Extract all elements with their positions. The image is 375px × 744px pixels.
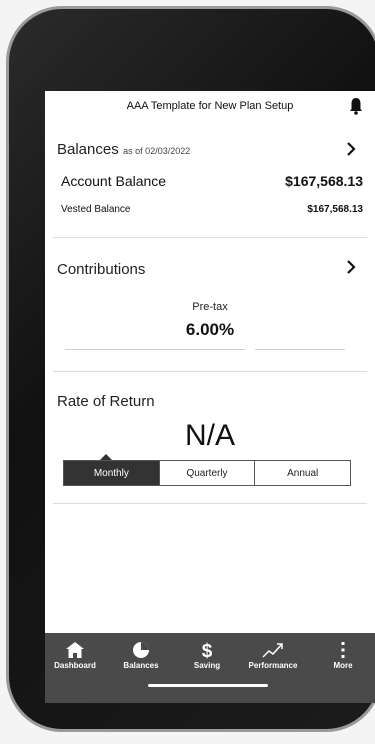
balances-as-of: as of 02/03/2022	[123, 146, 191, 156]
tab-dashboard[interactable]: Dashboard	[45, 641, 105, 670]
app-screen: AAA Template for New Plan Setup Balances…	[45, 91, 375, 703]
segment-monthly[interactable]: Monthly	[64, 461, 159, 485]
vested-balance-value: $167,568.13	[307, 204, 363, 215]
segment-quarterly[interactable]: Quarterly	[158, 461, 255, 485]
tab-more[interactable]: More	[313, 641, 373, 670]
divider	[53, 237, 367, 238]
vested-balance-label: Vested Balance	[61, 204, 131, 215]
bell-icon[interactable]	[349, 97, 363, 115]
home-icon	[66, 642, 84, 658]
tab-label: Saving	[193, 661, 221, 670]
dollar-icon: $	[202, 641, 213, 659]
tab-bar: Dashboard Balances $ Saving Performance …	[45, 633, 375, 703]
vested-balance-row: Vested Balance $167,568.13	[61, 204, 363, 215]
phone-frame: AAA Template for New Plan Setup Balances…	[6, 6, 375, 732]
pie-chart-icon	[133, 642, 149, 658]
trend-icon	[262, 643, 283, 658]
rate-of-return-value: N/A	[184, 419, 235, 452]
chevron-right-icon[interactable]	[345, 259, 357, 275]
pretax-label: Pre-tax	[192, 301, 228, 313]
svg-text:$: $	[202, 641, 213, 659]
tab-label: Dashboard	[54, 661, 96, 670]
period-segmented-control: Monthly Quarterly Annual	[63, 460, 351, 486]
rate-of-return-title: Rate of Return	[57, 393, 155, 410]
contributions-title[interactable]: Contributions	[57, 261, 145, 278]
balances-header[interactable]: Balances as of 02/03/2022	[57, 141, 190, 159]
page-title: AAA Template for New Plan Setup	[126, 100, 294, 112]
top-bar: AAA Template for New Plan Setup	[45, 91, 375, 125]
account-balance-row: Account Balance $167,568.13	[61, 173, 363, 189]
account-balance-value: $167,568.13	[285, 173, 363, 189]
divider	[53, 503, 367, 504]
more-vertical-icon	[341, 642, 345, 658]
tab-label: More	[333, 661, 353, 670]
divider	[53, 371, 367, 372]
account-balance-label: Account Balance	[61, 173, 167, 189]
tab-saving[interactable]: $ Saving	[177, 641, 237, 670]
tab-performance[interactable]: Performance	[243, 641, 303, 670]
segment-annual[interactable]: Annual	[254, 461, 350, 485]
balances-title: Balances	[57, 141, 119, 158]
home-indicator[interactable]	[148, 684, 268, 687]
contribution-bar	[65, 349, 245, 350]
chevron-right-icon[interactable]	[345, 141, 357, 157]
contribution-bar	[255, 349, 345, 350]
tab-balances[interactable]: Balances	[111, 641, 171, 670]
tab-label: Performance	[248, 661, 298, 670]
pretax-value: 6.00%	[185, 320, 235, 339]
tab-label: Balances	[123, 661, 159, 670]
